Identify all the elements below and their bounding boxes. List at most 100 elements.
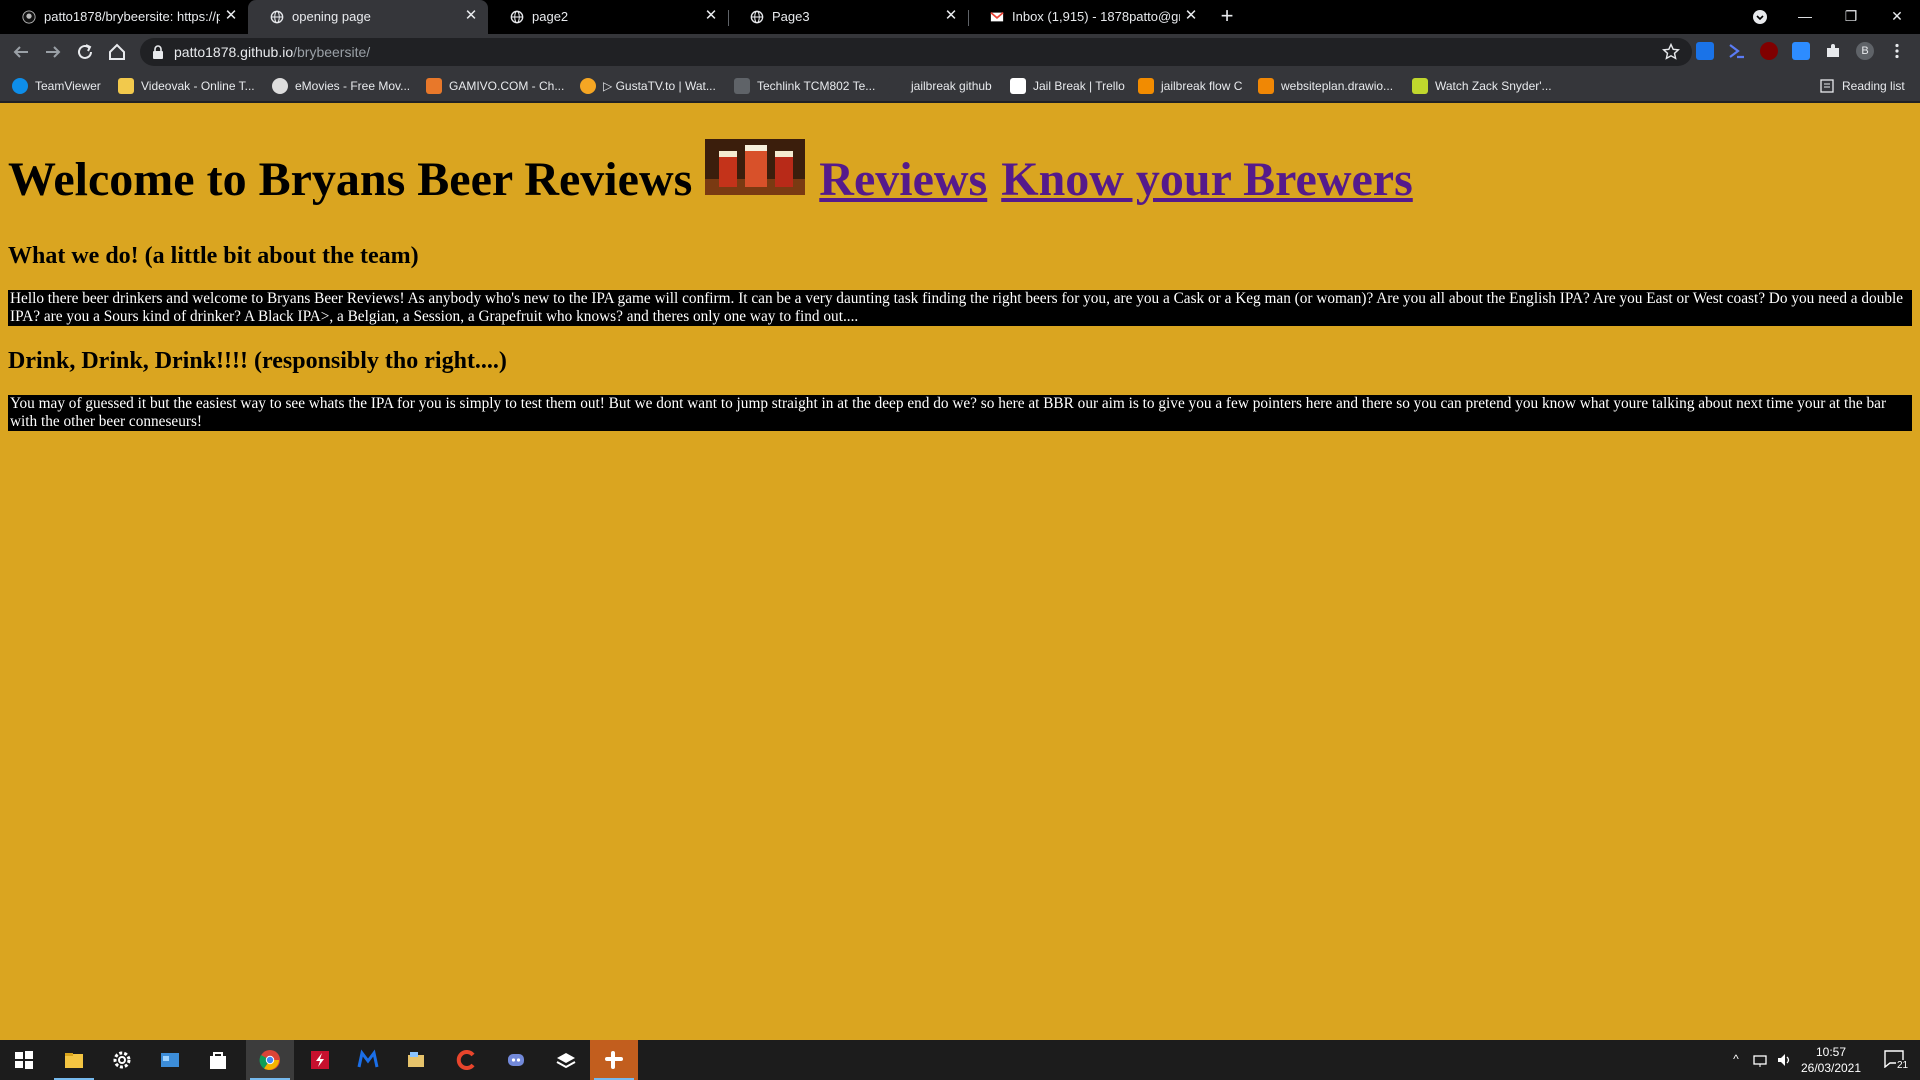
taskbar-ccleaner[interactable] [442, 1040, 490, 1080]
tab-page3[interactable]: Page3 ✕ [728, 0, 968, 34]
profile-avatar[interactable]: B [1856, 42, 1874, 60]
tab-strip: patto1878/brybeersite: https://pa ✕ open… [0, 0, 1920, 34]
bookmark-emovies[interactable]: eMovies - Free Mov... [272, 77, 410, 95]
taskbar-folder-app[interactable] [392, 1040, 440, 1080]
chrome-icon [259, 1050, 280, 1070]
network-icon[interactable] [1752, 1052, 1768, 1068]
tab-opening-page[interactable]: opening page ✕ [248, 0, 488, 34]
tab-title: Inbox (1,915) - 1878patto@gmai [1012, 9, 1180, 24]
close-tab-icon[interactable]: ✕ [1182, 7, 1200, 25]
intro-paragraph: Hello there beer drinkers and welcome to… [8, 290, 1912, 326]
windows-start-icon [15, 1051, 33, 1069]
bookmark-label: Techlink TCM802 Te... [757, 79, 876, 93]
bookmark-jailbreak-flow[interactable]: jailbreak flow C [1138, 77, 1242, 95]
taskbar-store[interactable] [194, 1040, 242, 1080]
drink-paragraph: You may of guessed it but the easiest wa… [8, 395, 1912, 431]
taskbar-stack-app[interactable] [542, 1040, 590, 1080]
close-tab-icon[interactable]: ✕ [222, 7, 240, 25]
bookmark-label: GAMIVO.COM - Ch... [449, 79, 565, 93]
bookmark-gustatv[interactable]: ▷ GustaTV.to | Wat... [580, 77, 716, 95]
minimize-button[interactable]: — [1782, 0, 1828, 34]
clock-date: 26/03/2021 [1800, 1061, 1862, 1075]
url-text: patto1878.github.io/brybeersite/ [174, 44, 370, 60]
bookmark-icon [272, 78, 288, 94]
zoom-extension-icon[interactable] [1792, 42, 1810, 60]
know-your-brewers-link[interactable]: Know your Brewers [1001, 152, 1413, 207]
bookmark-label: jailbreak github [911, 79, 992, 93]
close-tab-icon[interactable]: ✕ [462, 7, 480, 25]
bookmark-gamivo[interactable]: GAMIVO.COM - Ch... [426, 77, 564, 95]
taskbar-slack[interactable] [590, 1040, 638, 1080]
bookmarks-bar: TeamViewer Videovak - Online T... eMovie… [0, 70, 1920, 102]
tab-title: page2 [532, 9, 569, 24]
bookmark-jailbreak-github[interactable]: jailbreak github [888, 77, 992, 95]
ublock-icon[interactable] [1760, 42, 1778, 60]
taskbar-clock[interactable]: 10:57 26/03/2021 [1775, 1044, 1887, 1076]
reload-icon[interactable] [74, 41, 96, 63]
reading-list-button[interactable]: Reading list [1820, 77, 1905, 95]
taskbar-malwarebytes[interactable] [344, 1040, 392, 1080]
bookmark-videovak[interactable]: Videovak - Online T... [118, 77, 255, 95]
close-tab-icon[interactable]: ✕ [942, 7, 960, 25]
github-icon [22, 10, 36, 24]
bookmark-websiteplan[interactable]: websiteplan.drawio... [1258, 77, 1393, 95]
malwarebytes-icon [357, 1049, 379, 1068]
bookmark-icon [12, 78, 28, 94]
settings-icon [113, 1051, 131, 1069]
bookmark-star-icon[interactable] [1662, 43, 1680, 61]
bookmark-label: jailbreak flow C [1161, 79, 1243, 93]
home-icon[interactable] [106, 41, 128, 63]
bookmark-zack-snyder[interactable]: Watch Zack Snyder'... [1412, 77, 1552, 95]
start-button[interactable] [0, 1040, 48, 1080]
bookmark-icon [118, 78, 134, 94]
notification-center-button[interactable]: 21 [1874, 1040, 1920, 1080]
back-icon[interactable] [10, 41, 32, 63]
tab-page2[interactable]: page2 ✕ [488, 0, 728, 34]
lock-icon[interactable] [152, 45, 164, 59]
control-panel-icon [161, 1053, 179, 1067]
clock-time: 10:57 [1815, 1045, 1847, 1059]
section-heading-what-we-do: What we do! (a little bit about the team… [8, 243, 419, 269]
browser-menu-icon[interactable] [1888, 42, 1906, 60]
address-bar[interactable]: patto1878.github.io/brybeersite/ [140, 38, 1692, 66]
bookmark-icon [1258, 78, 1274, 94]
forward-icon[interactable] [42, 41, 64, 63]
bookmark-icon [580, 78, 596, 94]
store-icon [210, 1052, 226, 1069]
page-header: Welcome to Bryans Beer Reviews Reviews K… [8, 137, 1912, 207]
power-automate-icon[interactable] [1728, 42, 1746, 60]
tab-search-icon[interactable] [1752, 9, 1768, 25]
close-window-button[interactable]: ✕ [1874, 0, 1920, 34]
new-tab-button[interactable]: + [1216, 5, 1238, 28]
bookmark-label: Watch Zack Snyder'... [1435, 79, 1552, 93]
bookmark-icon [888, 78, 904, 94]
slack-icon [605, 1051, 623, 1069]
page-title: Welcome to Bryans Beer Reviews [8, 153, 693, 206]
reviews-link[interactable]: Reviews [819, 152, 987, 207]
tab-github[interactable]: patto1878/brybeersite: https://pa ✕ [0, 0, 248, 34]
tray-overflow-icon[interactable]: ^ [1728, 1052, 1744, 1068]
taskbar-settings[interactable] [98, 1040, 146, 1080]
tab-title: opening page [292, 9, 371, 24]
gmail-icon [990, 11, 1004, 22]
bookmark-techlink[interactable]: Techlink TCM802 Te... [734, 77, 875, 95]
ccleaner-icon [456, 1050, 475, 1070]
windows-taskbar: ^ 10:57 26/03/2021 21 [0, 1040, 1920, 1080]
extensions-puzzle-icon[interactable] [1824, 42, 1842, 60]
skype-extension-icon[interactable] [1696, 42, 1714, 60]
tab-title: patto1878/brybeersite: https://pa [44, 9, 220, 24]
tab-inbox[interactable]: Inbox (1,915) - 1878patto@gmai ✕ [968, 0, 1208, 34]
taskbar-discord[interactable] [492, 1040, 540, 1080]
taskbar-control-panel[interactable] [146, 1040, 194, 1080]
taskbar-file-explorer[interactable] [50, 1040, 98, 1080]
stack-app-icon [556, 1053, 576, 1069]
restore-button[interactable]: ❐ [1828, 0, 1874, 34]
bookmark-jailbreak-trello[interactable]: Jail Break | Trello [1010, 77, 1125, 95]
bookmark-teamviewer[interactable]: TeamViewer [12, 77, 101, 95]
taskbar-chrome[interactable] [246, 1040, 294, 1080]
bookmark-icon [426, 78, 442, 94]
bookmark-icon [1138, 78, 1154, 94]
taskbar-flash-app[interactable] [296, 1040, 344, 1080]
bookmark-label: Jail Break | Trello [1033, 79, 1125, 93]
close-tab-icon[interactable]: ✕ [702, 7, 720, 25]
